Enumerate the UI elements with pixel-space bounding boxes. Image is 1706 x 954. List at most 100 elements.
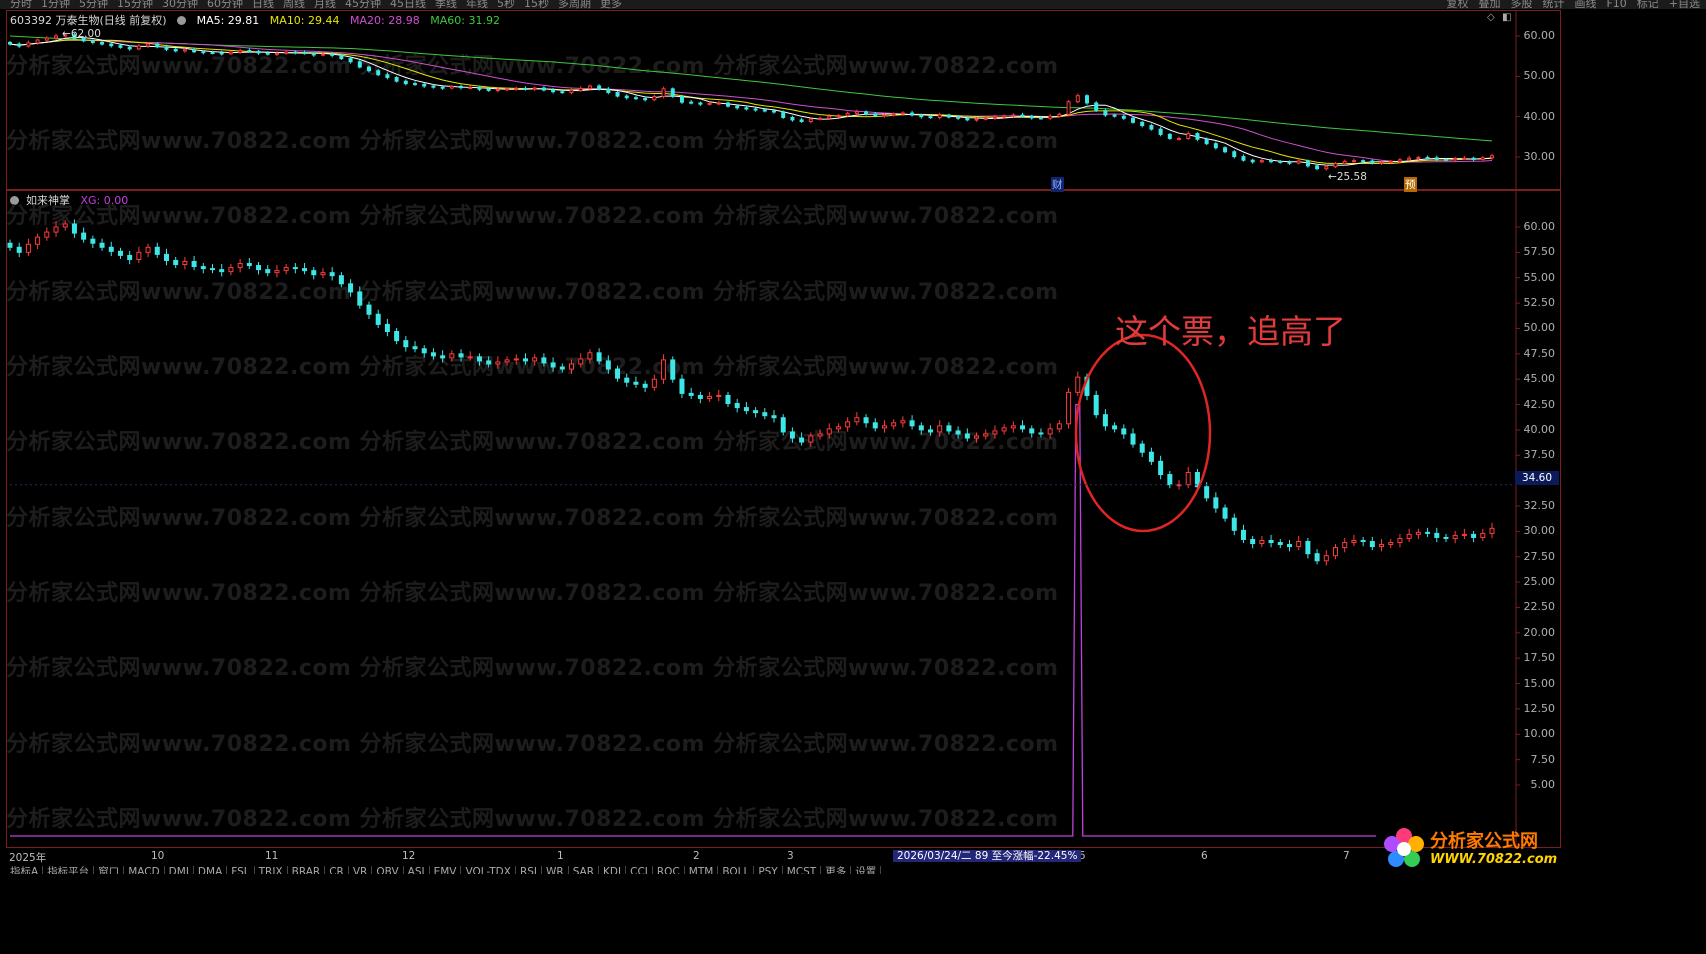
low-price-marker: ←25.58 (1328, 171, 1367, 183)
indicator-tab-1[interactable]: 指标平台 (43, 866, 95, 874)
indicator-candle-130 (1204, 486, 1210, 499)
indicator-tab-4[interactable]: DMI (164, 866, 194, 874)
indicator-y-tick-22: 5.00 (1530, 778, 1556, 791)
indicator-tab-13[interactable]: EMV (429, 866, 462, 874)
indicator-candle-147 (1360, 539, 1366, 543)
main-candle-133 (1232, 151, 1237, 158)
indicator-tab-8[interactable]: BRAR (287, 866, 326, 874)
indicator-candle-157 (1452, 534, 1458, 539)
main-candle-118 (1094, 102, 1099, 112)
indicator-candle-108 (1001, 427, 1007, 432)
indicator-candle-144 (1333, 547, 1339, 557)
indicator-tabs[interactable]: 指标A 指标平台 窗口 MACD DMI DMA FSL TRIX BRAR CR VR OBV ASI… (6, 864, 1376, 874)
indicator-candle-103 (955, 430, 961, 435)
main-candle-148 (1370, 160, 1375, 164)
main-candle-141 (1305, 160, 1310, 167)
indicator-candle-34 (320, 272, 326, 276)
indicator-candle-138 (1277, 542, 1283, 546)
indicator-tab-6[interactable]: FSL (227, 866, 255, 874)
indicator-y-tick-2: 55.00 (1523, 270, 1556, 284)
indicator-tab-10[interactable]: VR (348, 866, 373, 874)
main-candle-16 (155, 43, 160, 48)
indicator-tab-20[interactable]: ROC (652, 866, 685, 874)
main-candle-15 (146, 43, 151, 47)
indicator-candle-48 (449, 353, 455, 359)
finance-flag[interactable]: 财 (1051, 177, 1064, 192)
indicator-candle-160 (1480, 532, 1486, 538)
indicator-candle-62 (578, 358, 584, 365)
indicator-tab-14[interactable]: VOL-TDX (461, 866, 516, 874)
main-candle-107 (992, 116, 997, 119)
date-label-5: 2 (693, 850, 700, 862)
indicator-tab-7[interactable]: TRIX (254, 866, 288, 874)
main-candle-160 (1480, 157, 1485, 160)
indicator-tab-18[interactable]: KDJ (599, 866, 627, 874)
main-candle-26 (247, 50, 252, 53)
indicator-y-tick-20: 10.00 (1523, 727, 1556, 741)
main-candle-45 (422, 83, 427, 87)
main-candle-75 (698, 102, 703, 105)
indicator-tab-5[interactable]: DMA (193, 866, 228, 874)
main-candle-100 (928, 116, 933, 119)
indicator-tab-16[interactable]: WR (542, 866, 569, 874)
indicator-candle-148 (1369, 541, 1375, 548)
indicator-candle-115 (1066, 391, 1072, 425)
indicator-tab-0[interactable]: 指标A (6, 866, 44, 874)
indicator-tab-22[interactable]: BOLL (718, 866, 755, 874)
indicator-candle-57 (532, 357, 538, 362)
indicator-candle-15 (145, 246, 151, 253)
main-candle-39 (366, 66, 371, 72)
main-candle-103 (956, 116, 961, 119)
indicator-candle-131 (1213, 497, 1219, 509)
main-candle-115 (1066, 101, 1071, 115)
main-candle-25 (238, 50, 243, 53)
main-candle-41 (385, 74, 390, 79)
candlestick-chart[interactable] (0, 0, 1706, 954)
indicator-candle-1 (16, 246, 22, 253)
indicator-candle-77 (716, 394, 722, 397)
indicator-candle-79 (734, 403, 740, 409)
indicator-candle-139 (1286, 544, 1292, 548)
indicator-tab-17[interactable]: SAR (568, 866, 600, 874)
indicator-candle-59 (550, 362, 556, 368)
indicator-candle-98 (909, 420, 915, 427)
logo-url: WWW.70822.com (1430, 852, 1558, 867)
indicator-tab-9[interactable]: CR (325, 866, 349, 874)
indicator-y-tick-8: 40.00 (1523, 422, 1556, 436)
main-candle-80 (744, 107, 749, 110)
main-candle-24 (228, 51, 233, 55)
indicator-tab-3[interactable]: MACD (124, 866, 165, 874)
indicator-tab-12[interactable]: ASI (403, 866, 430, 874)
indicator-candle-84 (780, 417, 786, 433)
main-candle-13 (127, 46, 132, 50)
indicator-tab-26[interactable]: 设置 (851, 866, 882, 874)
indicator-candle-42 (394, 330, 400, 342)
indicator-candle-55 (513, 358, 519, 361)
indicator-candle-85 (789, 431, 795, 439)
indicator-candle-78 (725, 394, 731, 405)
main-candle-124 (1149, 125, 1154, 130)
indicator-tab-15[interactable]: RSI (515, 866, 542, 874)
main-candle-43 (403, 80, 408, 85)
main-candle-76 (707, 102, 712, 105)
indicator-y-tick-3: 52.50 (1523, 296, 1556, 310)
indicator-candle-81 (753, 410, 759, 414)
indicator-tab-25[interactable]: 更多 (821, 866, 852, 874)
indicator-tab-11[interactable]: OBV (372, 866, 404, 874)
main-candle-153 (1416, 156, 1421, 159)
indicator-tab-2[interactable]: 窗口 (94, 866, 125, 874)
forecast-flag[interactable]: 预 (1404, 177, 1417, 192)
main-candle-97 (900, 112, 905, 115)
indicator-tab-23[interactable]: PSY (754, 866, 783, 874)
main-candle-142 (1315, 165, 1320, 170)
indicator-tab-24[interactable]: MCST (782, 866, 822, 874)
main-candle-36 (339, 54, 344, 60)
main-candle-64 (597, 85, 602, 90)
main-candle-46 (431, 85, 436, 88)
indicator-candle-11 (108, 246, 114, 252)
indicator-tab-21[interactable]: MTM (684, 866, 719, 874)
date-label-9: 7 (1343, 850, 1350, 862)
indicator-candle-104 (964, 433, 970, 439)
main-candle-108 (1002, 115, 1007, 118)
indicator-tab-19[interactable]: CCI (626, 866, 653, 874)
